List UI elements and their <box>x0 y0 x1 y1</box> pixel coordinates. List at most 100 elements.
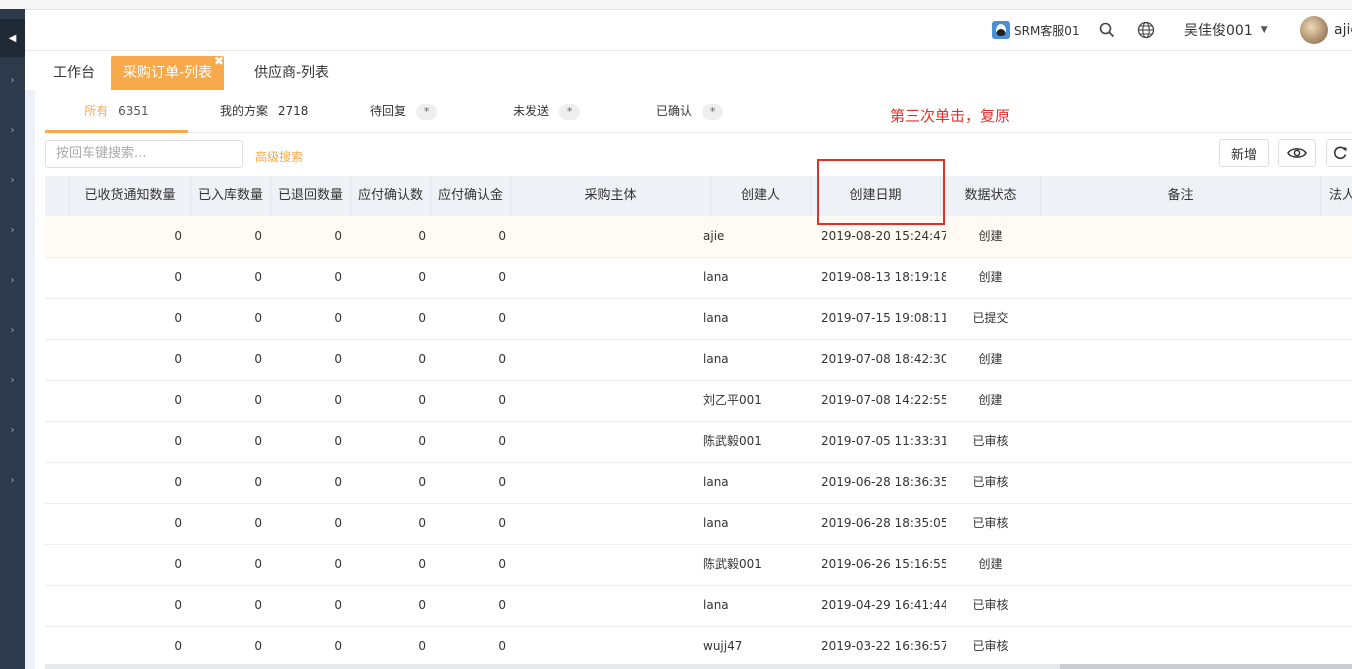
order-table: 已收货通知数量 已入库数量 已退回数量 应付确认数 应付确认金 采购主体 创建人… <box>45 176 1352 669</box>
cell-received-notice-qty: 0 <box>174 434 182 448</box>
cell-purchasing-entity <box>511 421 710 462</box>
tab-label: 供应商-列表 <box>254 65 330 81</box>
cell-payable-confirm-amount: 0 <box>498 598 506 612</box>
column-header-returned-qty[interactable]: 已退回数量 <box>271 176 351 216</box>
table-row[interactable]: 0 0 0 0 0 ajie 2019-08-20 15:24:47 创建 <box>45 216 1352 258</box>
sidebar-chevron-icon[interactable]: › <box>0 274 25 288</box>
top-header: SRM客服01 吴佳俊001 ▼ ajie <box>25 10 1352 51</box>
cell-creator: lana <box>703 270 729 284</box>
table-row[interactable]: 0 0 0 0 0 lana 2019-04-29 16:41:44 已审核 <box>45 585 1352 627</box>
subtab-label: 待回复 <box>370 104 407 118</box>
subtab-label: 我的方案 <box>220 104 269 118</box>
cell-returned-qty: 0 <box>334 393 342 407</box>
cell-data-status: 已审核 <box>972 475 1009 489</box>
sidebar-chevron-icon[interactable]: › <box>0 124 25 138</box>
cell-received-notice-qty: 0 <box>174 393 182 407</box>
subtab-confirmed[interactable]: 已确认 * <box>656 92 724 130</box>
view-button[interactable] <box>1278 139 1316 167</box>
cell-purchasing-entity <box>511 585 710 626</box>
cell-data-status: 创建 <box>978 557 1003 571</box>
sidebar-chevron-icon[interactable]: › <box>0 324 25 338</box>
sidebar-collapse-button[interactable]: ◀ <box>0 19 25 57</box>
sidebar-chevron-icon[interactable]: › <box>0 374 25 388</box>
column-header-creator[interactable]: 创建人 <box>711 176 811 216</box>
cell-created-date: 2019-03-22 16:36:57 <box>821 639 946 653</box>
table-row[interactable]: 0 0 0 0 0 刘乙平001 2019-07-08 14:22:55 创建 <box>45 380 1352 422</box>
table-row[interactable]: 0 0 0 0 0 lana 2019-06-28 18:36:35 已审核 <box>45 462 1352 504</box>
column-header-legal-person[interactable]: 法人 <box>1321 176 1352 216</box>
subtab-unsent[interactable]: 未发送 * <box>513 92 581 130</box>
sidebar-chevron-icon[interactable]: › <box>0 174 25 188</box>
refresh-button[interactable] <box>1326 139 1352 167</box>
subtab-my-schemes[interactable]: 我的方案 2718 <box>220 92 308 130</box>
cell-creator: lana <box>703 516 729 530</box>
column-header-payable-confirm-amount[interactable]: 应付确认金 <box>431 176 511 216</box>
table-row[interactable]: 0 0 0 0 0 陈武毅001 2019-07-05 11:33:31 已审核 <box>45 421 1352 463</box>
user-dropdown[interactable]: 吴佳俊001 ▼ <box>1184 10 1268 50</box>
table-row[interactable]: 0 0 0 0 0 wujj47 2019-03-22 16:36:57 已审核 <box>45 626 1352 668</box>
cell-purchasing-entity <box>511 544 710 585</box>
page-tabs: 工作台 采购订单-列表 ✖ 供应商-列表 <box>35 50 1352 90</box>
annotation-highlight-box <box>817 159 945 225</box>
horizontal-scrollbar[interactable] <box>45 664 1352 669</box>
tab-workbench[interactable]: 工作台 <box>53 56 95 90</box>
customer-service-link[interactable]: SRM客服01 <box>992 10 1080 50</box>
cell-data-status: 已审核 <box>972 516 1009 530</box>
column-header-data-status[interactable]: 数据状态 <box>941 176 1041 216</box>
cell-creator: ajie <box>703 229 725 243</box>
language-button[interactable] <box>1137 10 1155 50</box>
search-icon <box>1099 22 1115 38</box>
table-row[interactable]: 0 0 0 0 0 lana 2019-07-08 18:42:30 创建 <box>45 339 1352 381</box>
cell-creator: 陈武毅001 <box>703 434 762 448</box>
cell-data-status: 创建 <box>978 270 1003 284</box>
advanced-search-link[interactable]: 高级搜索 <box>255 148 303 165</box>
cell-payable-confirm-qty: 0 <box>418 598 426 612</box>
cell-purchasing-entity <box>511 380 710 421</box>
table-row[interactable]: 0 0 0 0 0 陈武毅001 2019-06-26 15:16:55 创建 <box>45 544 1352 586</box>
column-header-stocked-qty[interactable]: 已入库数量 <box>191 176 271 216</box>
column-header-received-notice-qty[interactable]: 已收货通知数量 <box>70 176 191 216</box>
column-header-payable-confirm-qty[interactable]: 应付确认数 <box>351 176 431 216</box>
cell-created-date: 2019-07-05 11:33:31 <box>821 434 946 448</box>
filter-tabs: 所有 6351 我的方案 2718 待回复 * 未发送 * 已确认 * <box>45 92 1352 133</box>
cell-data-status: 已审核 <box>972 598 1009 612</box>
cell-purchasing-entity <box>511 462 710 503</box>
cell-returned-qty: 0 <box>334 229 342 243</box>
subtab-label: 所有 <box>84 104 109 118</box>
column-header-purchasing-entity[interactable]: 采购主体 <box>511 176 711 216</box>
scrollbar-thumb[interactable] <box>1060 664 1352 669</box>
tab-purchase-order-list[interactable]: 采购订单-列表 ✖ <box>111 54 226 90</box>
eye-icon <box>1287 148 1307 158</box>
subtab-badge: * <box>701 103 724 120</box>
search-button[interactable] <box>1099 10 1115 50</box>
cell-payable-confirm-qty: 0 <box>418 352 426 366</box>
cell-stocked-qty: 0 <box>254 311 262 325</box>
subtab-count: 2718 <box>277 104 309 118</box>
sidebar-chevron-icon[interactable]: › <box>0 474 25 488</box>
search-input[interactable]: 按回车键搜索... <box>45 140 243 168</box>
customer-service-label: SRM客服01 <box>1014 23 1080 38</box>
tab-supplier-list[interactable]: 供应商-列表 <box>254 56 329 90</box>
cell-stocked-qty: 0 <box>254 475 262 489</box>
column-header-remarks[interactable]: 备注 <box>1041 176 1321 216</box>
subtab-all[interactable]: 所有 6351 <box>45 92 188 133</box>
cell-received-notice-qty: 0 <box>174 639 182 653</box>
avatar <box>1300 16 1328 44</box>
table-row[interactable]: 0 0 0 0 0 lana 2019-08-13 18:19:18 创建 <box>45 257 1352 299</box>
sidebar-chevron-icon[interactable]: › <box>0 424 25 438</box>
account-menu[interactable]: ajie <box>1300 10 1352 50</box>
cell-payable-confirm-amount: 0 <box>498 229 506 243</box>
cell-payable-confirm-amount: 0 <box>498 639 506 653</box>
close-icon[interactable]: ✖ <box>212 54 226 68</box>
subtab-pending-reply[interactable]: 待回复 * <box>370 92 438 130</box>
cell-payable-confirm-amount: 0 <box>498 557 506 571</box>
add-button[interactable]: 新增 <box>1219 139 1269 167</box>
sidebar-chevron-icon[interactable]: › <box>0 224 25 238</box>
tab-label: 工作台 <box>53 65 95 81</box>
subtab-count: 6351 <box>118 104 149 118</box>
table-row[interactable]: 0 0 0 0 0 lana 2019-06-28 18:35:05 已审核 <box>45 503 1352 545</box>
table-row[interactable]: 0 0 0 0 0 lana 2019-07-15 19:08:11 已提交 <box>45 298 1352 340</box>
sidebar-chevron-icon[interactable]: › <box>0 74 25 88</box>
cell-payable-confirm-amount: 0 <box>498 475 506 489</box>
top-strip <box>0 0 1352 10</box>
